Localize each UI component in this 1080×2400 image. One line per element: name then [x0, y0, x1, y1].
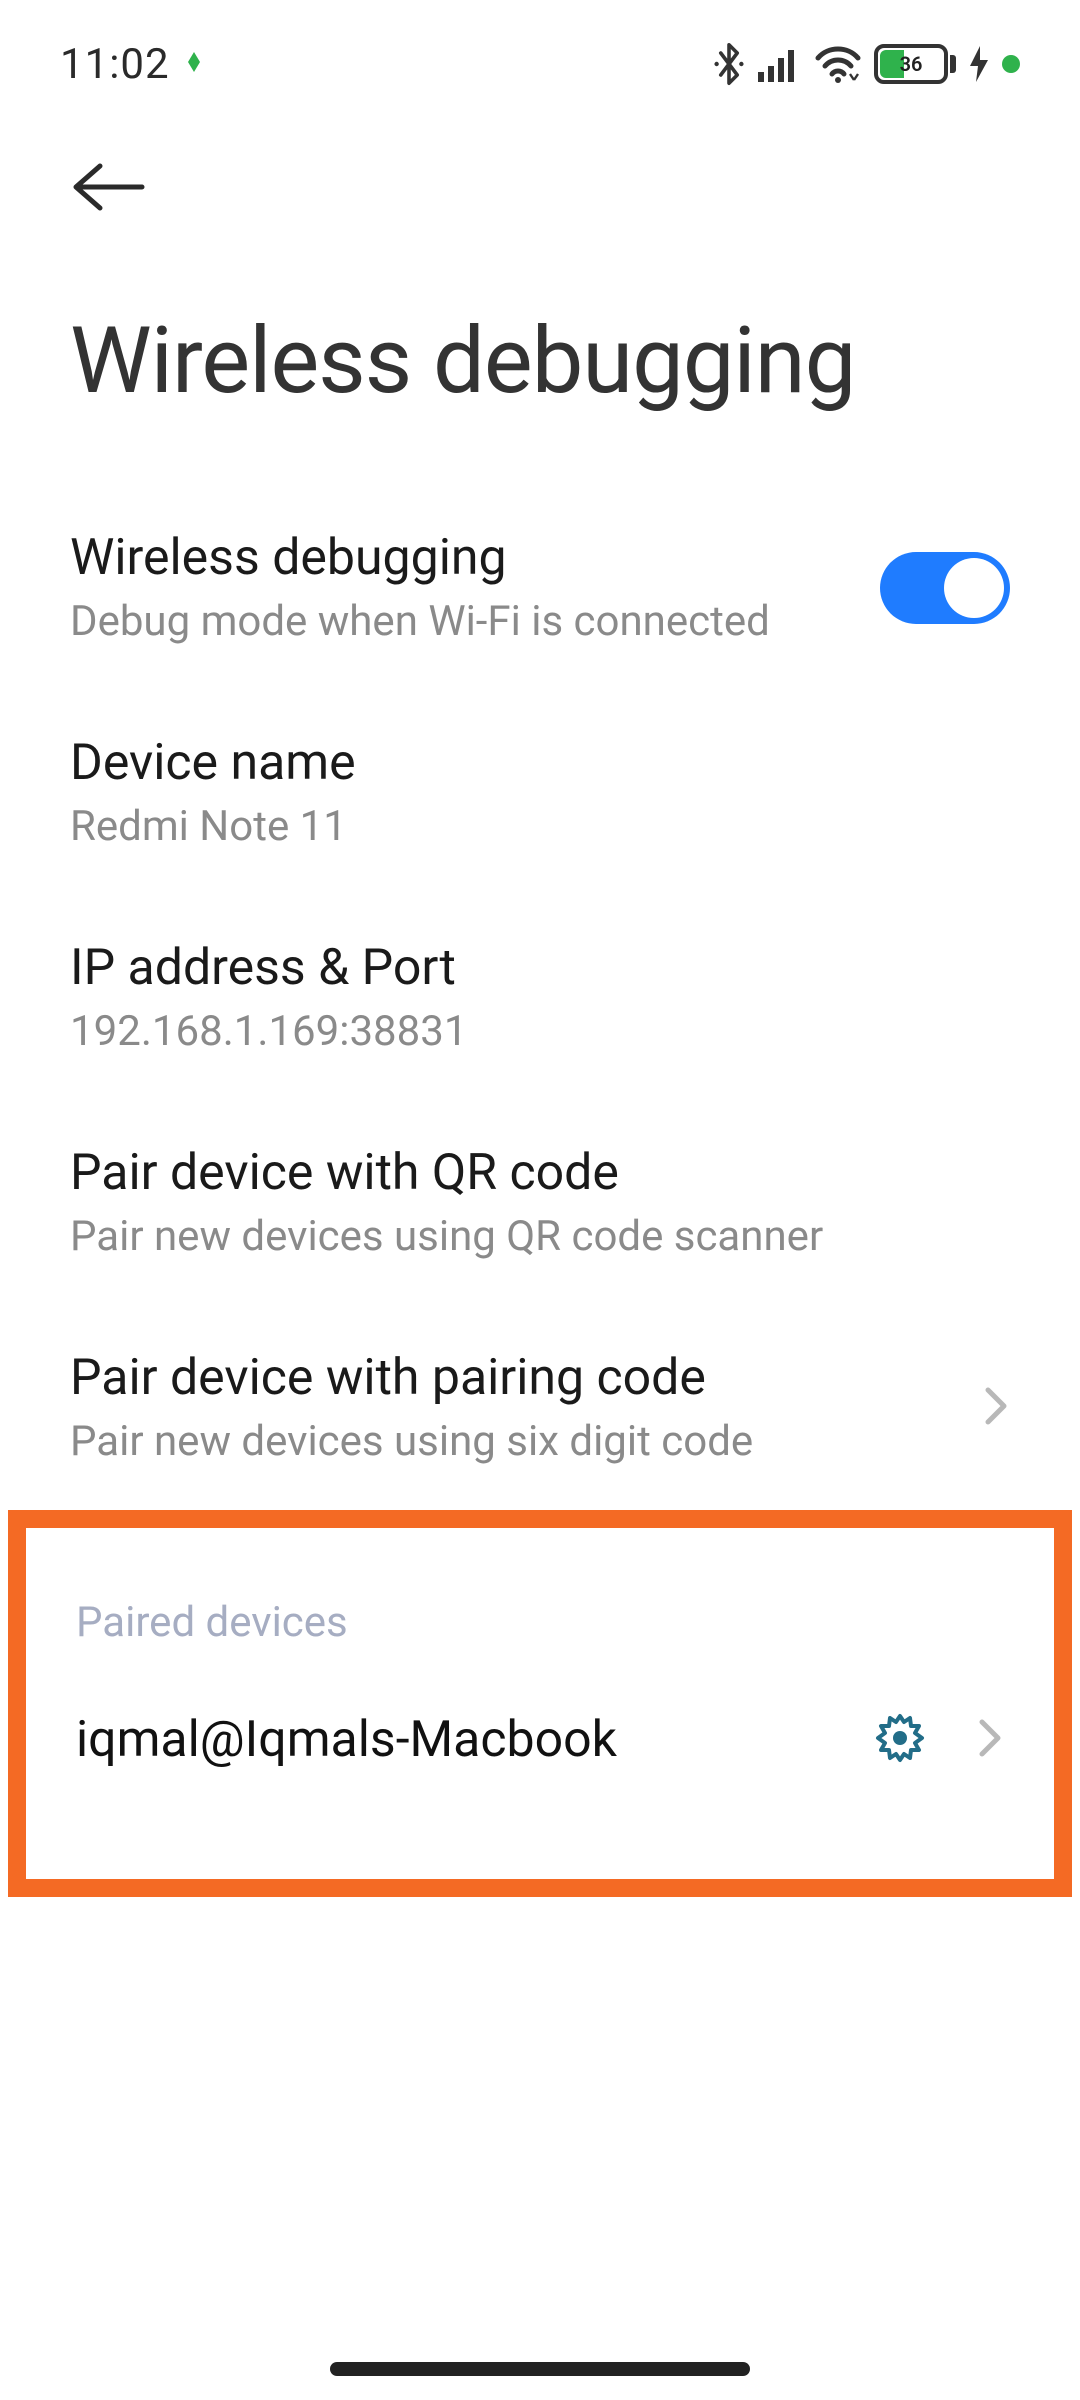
bluetooth-icon: [712, 42, 746, 86]
paired-devices-section-highlight: Paired devices iqmal@Iqmals-Macbook: [8, 1510, 1072, 1897]
battery-percent: 36: [878, 52, 944, 76]
row-value: 192.168.1.169:38831: [70, 1007, 1010, 1056]
row-subtitle: Debug mode when Wi-Fi is connected: [70, 597, 880, 646]
paired-devices-label: Paired devices: [76, 1558, 1004, 1691]
status-left: 11:02: [60, 40, 204, 89]
gear-icon[interactable]: [874, 1712, 926, 1768]
battery-icon: 36: [874, 44, 956, 84]
row-pair-code[interactable]: Pair device with pairing code Pair new d…: [0, 1305, 1080, 1510]
paired-device-item[interactable]: iqmal@Iqmals-Macbook: [76, 1691, 1004, 1789]
status-bar: 11:02 36: [0, 0, 1080, 100]
row-title: Pair device with pairing code: [70, 1349, 962, 1407]
privacy-indicator-icon: [1002, 55, 1020, 73]
download-indicator-icon: [184, 52, 204, 76]
status-right: 36: [712, 42, 1020, 86]
row-wireless-debugging[interactable]: Wireless debugging Debug mode when Wi-Fi…: [0, 485, 1080, 690]
row-value: Redmi Note 11: [70, 802, 1010, 851]
row-subtitle: Pair new devices using QR code scanner: [70, 1212, 1010, 1261]
row-title: IP address & Port: [70, 939, 1010, 997]
charging-icon: [968, 44, 990, 84]
row-ip-port[interactable]: IP address & Port 192.168.1.169:38831: [0, 895, 1080, 1100]
navigation-bar[interactable]: [0, 2362, 1080, 2376]
status-time: 11:02: [60, 40, 170, 89]
home-indicator[interactable]: [330, 2362, 750, 2376]
row-subtitle: Pair new devices using six digit code: [70, 1417, 962, 1466]
row-title: Wireless debugging: [70, 529, 880, 587]
content: Wireless debugging Debug mode when Wi-Fi…: [0, 445, 1080, 1897]
appbar: [0, 100, 1080, 218]
row-title: Device name: [70, 734, 1010, 792]
chevron-right-icon: [976, 1716, 1004, 1764]
row-device-name[interactable]: Device name Redmi Note 11: [0, 690, 1080, 895]
paired-device-name: iqmal@Iqmals-Macbook: [76, 1711, 874, 1769]
back-button[interactable]: [70, 199, 148, 218]
row-pair-qr[interactable]: Pair device with QR code Pair new device…: [0, 1100, 1080, 1305]
page-title: Wireless debugging: [0, 218, 1080, 445]
row-title: Pair device with QR code: [70, 1144, 1010, 1202]
cellular-signal-icon: [758, 46, 802, 82]
wireless-debugging-toggle[interactable]: [880, 552, 1010, 624]
screen: 11:02 36: [0, 0, 1080, 2400]
wifi-icon: [814, 44, 862, 84]
chevron-right-icon: [982, 1384, 1010, 1432]
